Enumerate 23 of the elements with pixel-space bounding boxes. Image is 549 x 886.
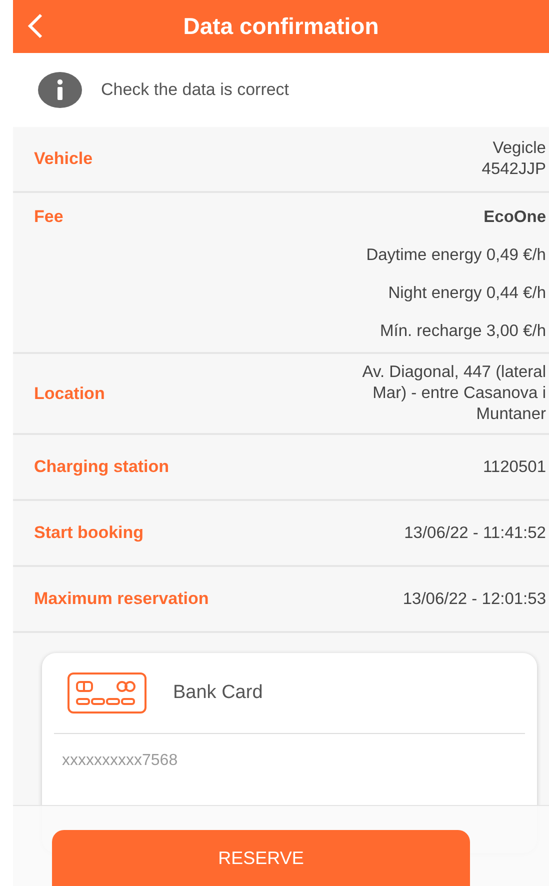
notice-text: Check the data is correct: [101, 80, 290, 100]
back-icon[interactable]: [27, 13, 43, 39]
price-text: Daytime energy 0,49 €/h: [366, 245, 546, 266]
price-text: Mín. recharge 3,00 €/h: [380, 321, 546, 342]
price-text: Night energy 0,44 €/h: [388, 283, 546, 304]
row-value: 13/06/22 - 12:01:53: [402, 588, 546, 610]
row-value: 13/06/22 - 11:41:52: [404, 522, 546, 544]
row-label: Maximum reservation: [34, 589, 209, 609]
reserve-button[interactable]: RESERVE: [52, 830, 470, 886]
row-value: Vegicle 4542JJP: [482, 138, 546, 180]
row-label: Fee: [34, 207, 64, 227]
row-value: Av. Diagonal, 447 (lateral Mar) - entre Casanova i Muntaner: [362, 362, 546, 425]
row-label: Location: [34, 384, 105, 404]
row-label: Start booking: [34, 523, 144, 543]
row-label: Charging station: [34, 457, 170, 477]
screen-title: Data confirmation: [183, 13, 379, 40]
fee-name: EcoOne: [484, 207, 546, 228]
row-label: Vehicle: [34, 149, 93, 169]
bank-card-icon: [67, 672, 147, 714]
payment-method-title: Bank Card: [173, 682, 263, 704]
info-icon: [38, 72, 82, 108]
card-number: xxxxxxxxxx7568: [61, 751, 179, 770]
row-value: 1120501: [482, 456, 546, 478]
